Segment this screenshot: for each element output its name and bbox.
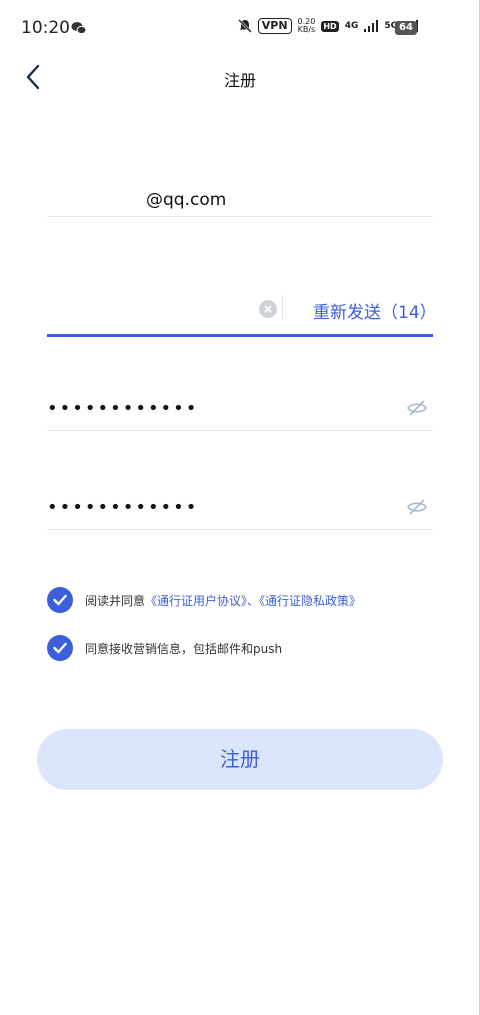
confirm-password-field[interactable]: •••••••••••• [47, 497, 433, 530]
hide-password-icon[interactable] [407, 497, 427, 517]
checkmark-icon [53, 594, 67, 606]
vpn-badge: VPN [257, 18, 292, 34]
checkmark-icon [53, 642, 67, 654]
battery-level: 64 [399, 22, 413, 33]
hide-password-icon[interactable] [407, 398, 427, 418]
register-button[interactable]: 注册 [37, 729, 443, 790]
mute-bell-icon [237, 19, 252, 33]
signal-icon [364, 20, 379, 32]
hd-badge: HD [321, 20, 339, 32]
resend-code-button[interactable]: 重新发送（14） [313, 298, 437, 323]
terms-agreement: 阅读并同意《通行证用户协议》、《通行证隐私政策》 [47, 587, 361, 613]
marketing-text: 同意接收营销信息，包括邮件和push [85, 641, 283, 656]
marketing-agreement: 同意接收营销信息，包括邮件和push [47, 635, 282, 661]
terms-checkbox[interactable] [47, 587, 73, 613]
password-value[interactable]: •••••••••••• [47, 398, 198, 419]
clear-icon[interactable] [259, 300, 277, 318]
header: 注册 [0, 56, 480, 100]
terms-text: 阅读并同意《通行证用户协议》、《通行证隐私政策》 [85, 592, 361, 609]
battery-icon: 64 [395, 21, 417, 35]
email-field[interactable]: @qq.com [47, 188, 433, 217]
email-value[interactable]: @qq.com [146, 190, 226, 210]
confirm-password-value[interactable]: •••••••••••• [47, 497, 198, 518]
marketing-checkbox[interactable] [47, 635, 73, 661]
user-agreement-link[interactable]: 《通行证用户协议》 [145, 594, 247, 608]
privacy-policy-link[interactable]: 《通行证隐私政策》 [259, 594, 361, 608]
status-bar: 10:20 VPN 0.20 KB/s HD 4G 5G 64 [0, 0, 480, 56]
network-speed: 0.20 KB/s [298, 18, 316, 34]
password-field[interactable]: •••••••••••• [47, 398, 433, 431]
page-title: 注册 [223, 71, 256, 90]
verification-code-field[interactable]: 重新发送（14） [47, 290, 437, 337]
net-4g-label: 4G [344, 21, 359, 31]
terms-separator: 、 [247, 593, 260, 608]
wechat-icon [71, 22, 87, 35]
status-time: 10:20 [21, 18, 70, 38]
status-icons: VPN 0.20 KB/s HD 4G 5G [237, 18, 418, 34]
field-divider [282, 295, 283, 319]
terms-prefix: 阅读并同意 [85, 593, 146, 608]
speed-unit: KB/s [297, 25, 316, 34]
